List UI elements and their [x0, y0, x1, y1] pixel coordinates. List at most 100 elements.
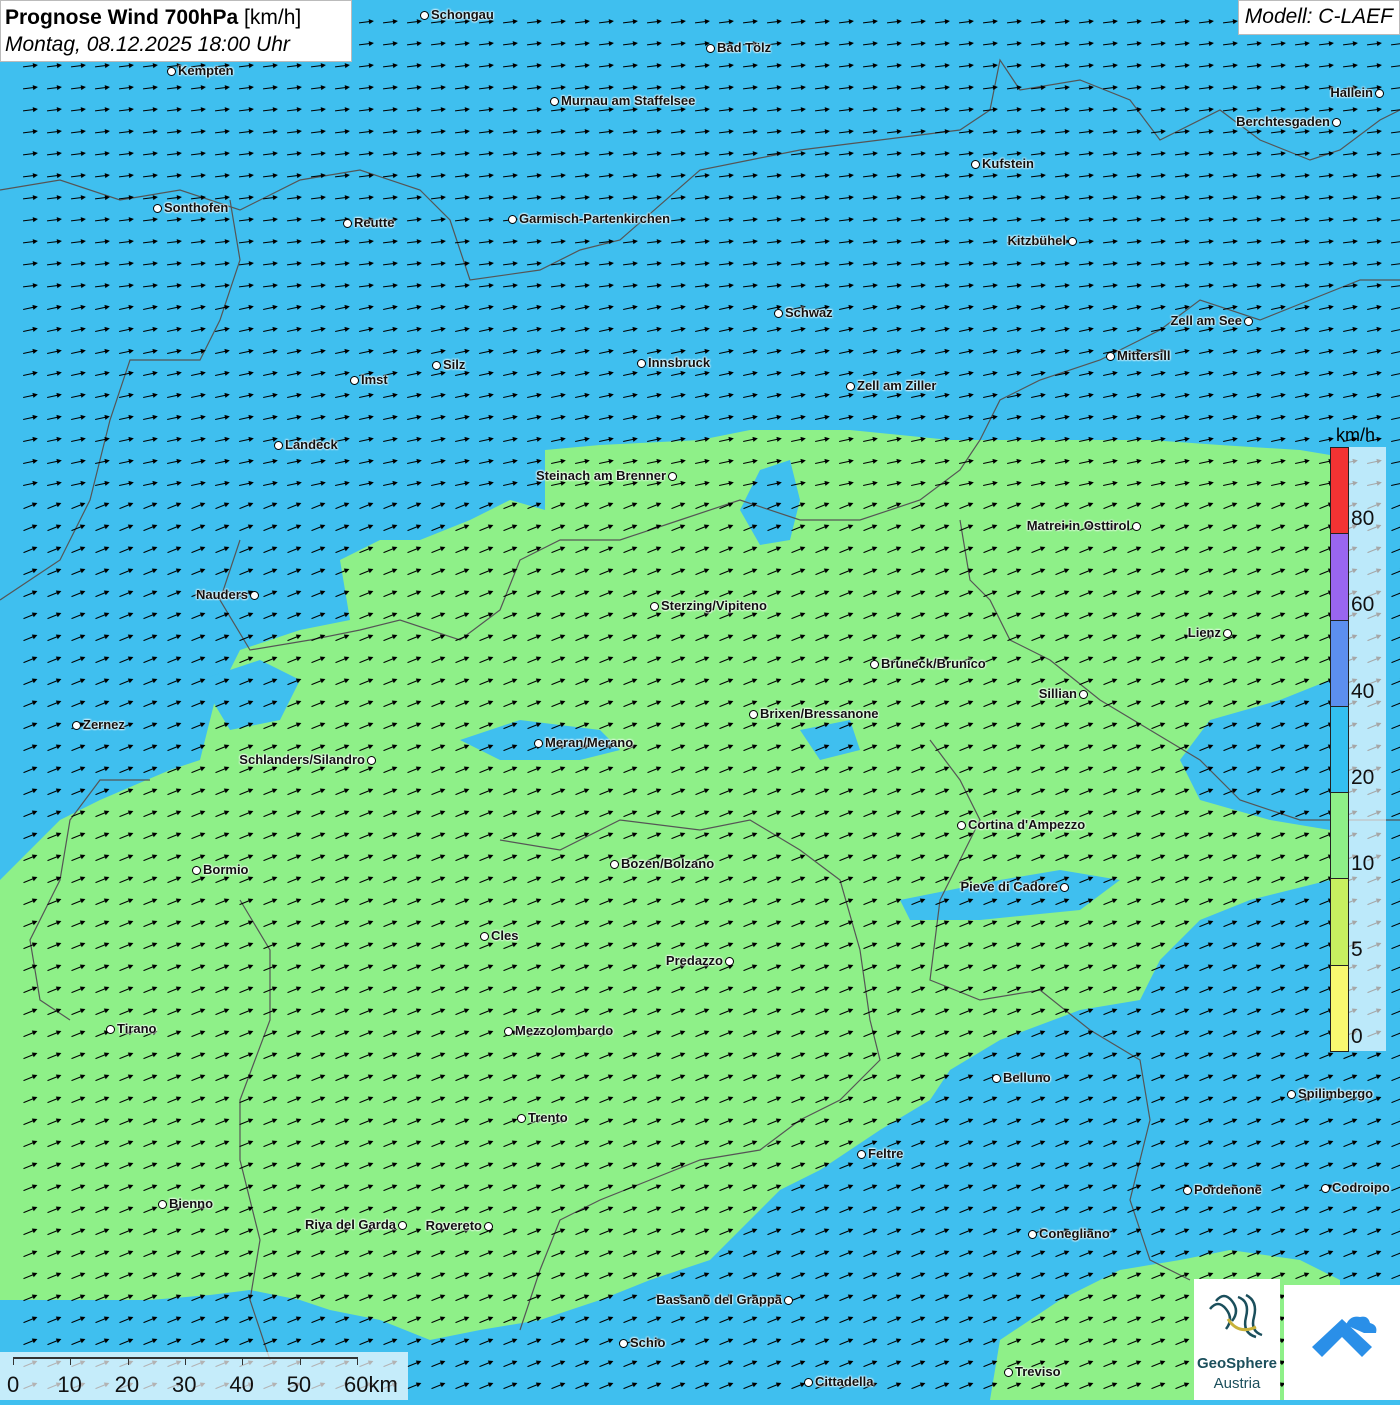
scale-label: 20 — [115, 1372, 139, 1398]
city-marker-icon — [1004, 1368, 1013, 1377]
city-name: Zernez — [83, 717, 125, 732]
city-label: Mezzolombardo — [504, 1024, 613, 1038]
city-label: Cles — [480, 929, 518, 943]
city-label: Belluno — [992, 1071, 1051, 1085]
city-name: Rovereto — [426, 1218, 482, 1233]
city-marker-icon — [706, 44, 715, 53]
city-marker-icon — [192, 866, 201, 875]
color-legend: 806040201050 — [1330, 447, 1386, 1053]
city-label: Berchtesgaden — [1236, 115, 1341, 129]
mountain-cloud-icon — [1284, 1285, 1400, 1400]
city-label: Rovereto — [426, 1219, 493, 1233]
city-label: Zernez — [72, 718, 125, 732]
city-marker-icon — [668, 472, 677, 481]
city-marker-icon — [420, 11, 429, 20]
city-name: Kitzbühel — [1008, 233, 1067, 248]
city-marker-icon — [158, 1200, 167, 1209]
city-name: Belluno — [1003, 1070, 1051, 1085]
city-label: Nauders — [196, 588, 259, 602]
city-name: Imst — [361, 372, 388, 387]
city-marker-icon — [432, 361, 441, 370]
legend-label: 40 — [1351, 680, 1374, 704]
city-name: Bruneck/Brunico — [881, 656, 986, 671]
city-marker-icon — [870, 660, 879, 669]
scale-label: 50 — [287, 1372, 311, 1398]
city-label: Bienno — [158, 1197, 213, 1211]
city-marker-icon — [1132, 522, 1141, 531]
city-name: Schio — [630, 1335, 665, 1350]
city-marker-icon — [153, 204, 162, 213]
model-label: Modell: C-LAEF — [1238, 0, 1400, 35]
city-name: Bozen/Bolzano — [621, 856, 714, 871]
city-marker-icon — [650, 602, 659, 611]
geosphere-logo-icon — [1194, 1279, 1280, 1355]
legend-label: 60 — [1351, 593, 1374, 617]
city-marker-icon — [1068, 237, 1077, 246]
city-label: Landeck — [274, 438, 338, 452]
city-label: Bormio — [192, 863, 249, 877]
legend-color-swatch — [1330, 965, 1349, 1052]
city-name: Sterzing/Vipiteno — [661, 598, 767, 613]
city-label: Conegliano — [1028, 1227, 1110, 1241]
city-name: Riva del Garda — [305, 1217, 396, 1232]
city-name: Innsbruck — [648, 355, 710, 370]
city-marker-icon — [1028, 1230, 1037, 1239]
city-marker-icon — [992, 1074, 1001, 1083]
city-marker-icon — [480, 932, 489, 941]
city-name: Zell am Ziller — [857, 378, 936, 393]
city-name: Matrei in Osttirol — [1027, 518, 1130, 533]
city-label: Hallein — [1330, 86, 1384, 100]
city-marker-icon — [774, 309, 783, 318]
city-name: Bormio — [203, 862, 249, 877]
city-marker-icon — [804, 1378, 813, 1387]
city-label: Imst — [350, 373, 388, 387]
city-marker-icon — [610, 860, 619, 869]
city-marker-icon — [1321, 1184, 1330, 1193]
scale-tick — [128, 1357, 129, 1365]
city-name: Bassano del Grappa — [656, 1292, 782, 1307]
city-name: Feltre — [868, 1146, 903, 1161]
city-marker-icon — [784, 1296, 793, 1305]
city-marker-icon — [1375, 89, 1384, 98]
city-label: Steinach am Brenner — [536, 469, 677, 483]
city-name: Mittersill — [1117, 348, 1170, 363]
city-marker-icon — [1332, 118, 1341, 127]
city-name: Brixen/Bressanone — [760, 706, 879, 721]
city-name: Pordenone — [1194, 1182, 1262, 1197]
city-marker-icon — [725, 957, 734, 966]
city-label: Codroipo — [1321, 1181, 1390, 1195]
city-marker-icon — [274, 441, 283, 450]
city-name: Zell am See — [1170, 313, 1242, 328]
legend-unit: km/h — [1336, 425, 1375, 446]
app-logo[interactable] — [1284, 1285, 1400, 1400]
city-label: Zell am Ziller — [846, 379, 936, 393]
city-label: Matrei in Osttirol — [1027, 519, 1141, 533]
city-name: Kempten — [178, 63, 234, 78]
geosphere-logo[interactable]: GeoSphere Austria — [1194, 1279, 1280, 1400]
city-label: Kitzbühel — [1008, 234, 1078, 248]
city-marker-icon — [1079, 690, 1088, 699]
legend-color-swatch — [1330, 792, 1349, 879]
city-label: Bassano del Grappa — [656, 1293, 793, 1307]
city-marker-icon — [1060, 883, 1069, 892]
scale-tick — [242, 1357, 243, 1365]
city-marker-icon — [484, 1222, 493, 1231]
city-label: Garmisch-Partenkirchen — [508, 212, 670, 226]
city-label: Kufstein — [971, 157, 1034, 171]
city-marker-icon — [957, 821, 966, 830]
city-name: Conegliano — [1039, 1226, 1110, 1241]
city-label: Treviso — [1004, 1365, 1061, 1379]
city-name: Cortina d'Ampezzo — [968, 817, 1085, 832]
city-name: Bienno — [169, 1196, 213, 1211]
city-name: Cittadella — [815, 1374, 874, 1389]
city-marker-icon — [1106, 352, 1115, 361]
city-name: Sonthofen — [164, 200, 228, 215]
city-marker-icon — [1244, 317, 1253, 326]
city-label: Trento — [517, 1111, 568, 1125]
city-name: Landeck — [285, 437, 338, 452]
scale-label: 0 — [7, 1372, 19, 1398]
city-name: Kufstein — [982, 156, 1034, 171]
city-name: Hallein — [1330, 85, 1373, 100]
city-name: Pieve di Cadore — [960, 879, 1058, 894]
city-label: Pieve di Cadore — [960, 880, 1069, 894]
